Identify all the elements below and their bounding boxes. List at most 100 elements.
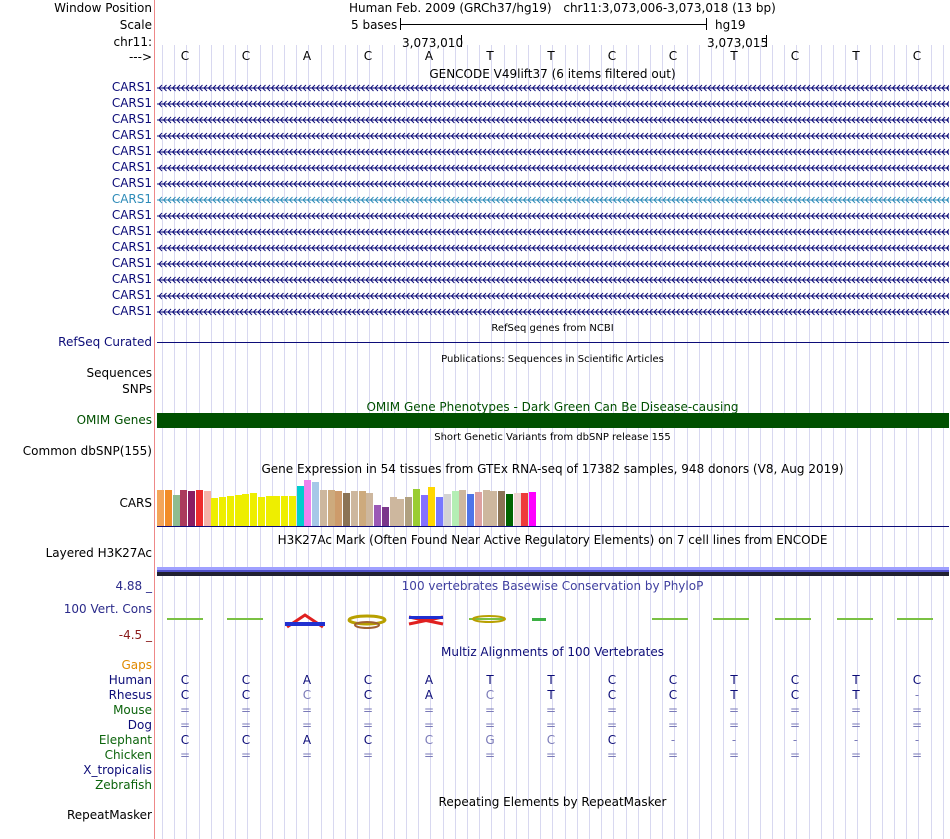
gtex-tissue-bar[interactable] [196, 490, 203, 526]
gtex-tissue-bar[interactable] [452, 491, 459, 526]
gtex-tissue-bar[interactable] [382, 507, 389, 526]
multiz-species-label[interactable]: Mouse [0, 703, 152, 717]
gencode-transcript-label[interactable]: CARS1 [0, 288, 152, 302]
gencode-transcript-feature[interactable] [157, 113, 949, 125]
gencode-transcript-feature[interactable] [157, 177, 949, 189]
gtex-tissue-bar[interactable] [483, 490, 490, 526]
phylop-label[interactable]: 100 Vert. Cons [0, 602, 152, 616]
gencode-transcript-feature[interactable] [157, 209, 949, 221]
gtex-tissue-bar[interactable] [421, 495, 428, 526]
gtex-tissue-bar[interactable] [335, 491, 342, 526]
gtex-tissue-bar[interactable] [475, 492, 482, 526]
gencode-transcript-label[interactable]: CARS1 [0, 272, 152, 286]
publications-snps-label[interactable]: SNPs [0, 382, 152, 396]
gtex-tissue-bar[interactable] [397, 499, 404, 526]
gencode-transcript-feature[interactable] [157, 81, 949, 93]
gtex-tissue-bar[interactable] [266, 496, 273, 526]
gtex-tissue-bar[interactable] [312, 482, 319, 526]
gtex-tissue-bar[interactable] [219, 497, 226, 526]
gencode-transcript-feature[interactable] [157, 305, 949, 317]
gtex-tissue-bar[interactable] [459, 490, 466, 526]
gtex-tissue-bar[interactable] [374, 505, 381, 526]
omim-track-title[interactable]: OMIM Gene Phenotypes - Dark Green Can Be… [155, 400, 950, 414]
gtex-bar-chart[interactable] [157, 476, 557, 526]
gencode-transcript-feature[interactable] [157, 225, 949, 237]
gtex-track-title[interactable]: Gene Expression in 54 tissues from GTEx … [155, 462, 950, 476]
gencode-transcript-label[interactable]: CARS1 [0, 208, 152, 222]
repeatmasker-track-title[interactable]: Repeating Elements by RepeatMasker [155, 795, 950, 809]
publications-sequences-label[interactable]: Sequences [0, 366, 152, 380]
gtex-tissue-bar[interactable] [428, 487, 435, 526]
gtex-tissue-bar[interactable] [273, 496, 280, 526]
publications-track-title[interactable]: Publications: Sequences in Scientific Ar… [155, 353, 950, 367]
gtex-tissue-bar[interactable] [304, 480, 311, 526]
gtex-tissue-bar[interactable] [242, 494, 249, 526]
multiz-species-label[interactable]: Human [0, 673, 152, 687]
gtex-tissue-bar[interactable] [165, 490, 172, 526]
gtex-tissue-bar[interactable] [250, 493, 257, 526]
gtex-tissue-bar[interactable] [258, 497, 265, 526]
gtex-tissue-bar[interactable] [405, 497, 412, 526]
h3k27ac-signal[interactable] [157, 567, 949, 576]
multiz-track-title[interactable]: Multiz Alignments of 100 Vertebrates [155, 645, 950, 659]
gencode-transcript-label[interactable]: CARS1 [0, 112, 152, 126]
gtex-tissue-bar[interactable] [188, 491, 195, 526]
refseq-label[interactable]: RefSeq Curated [0, 335, 152, 349]
phylop-track-title[interactable]: 100 vertebrates Basewise Conservation by… [155, 579, 950, 593]
gencode-transcript-feature[interactable] [157, 97, 949, 109]
multiz-species-label[interactable]: Elephant [0, 733, 152, 747]
gtex-tissue-bar[interactable] [173, 495, 180, 526]
gtex-tissue-bar[interactable] [514, 493, 521, 526]
gtex-tissue-bar[interactable] [366, 493, 373, 526]
omim-label[interactable]: OMIM Genes [0, 413, 152, 427]
gencode-transcript-feature[interactable] [157, 289, 949, 301]
multiz-species-label[interactable]: Zebrafish [0, 778, 152, 792]
gencode-transcript-label[interactable]: CARS1 [0, 192, 152, 206]
phylop-logo[interactable] [157, 606, 949, 632]
gencode-transcript-label[interactable]: CARS1 [0, 240, 152, 254]
gtex-tissue-bar[interactable] [506, 494, 513, 526]
h3k27ac-track-title[interactable]: H3K27Ac Mark (Often Found Near Active Re… [155, 533, 950, 547]
gtex-tissue-bar[interactable] [320, 490, 327, 526]
gencode-transcript-feature[interactable] [157, 161, 949, 173]
gtex-tissue-bar[interactable] [227, 496, 234, 526]
gtex-tissue-bar[interactable] [211, 498, 218, 526]
gtex-tissue-bar[interactable] [436, 497, 443, 526]
gencode-transcript-feature[interactable] [157, 273, 949, 285]
gencode-transcript-label[interactable]: CARS1 [0, 128, 152, 142]
gtex-tissue-bar[interactable] [157, 490, 164, 526]
dbsnp-track-title[interactable]: Short Genetic Variants from dbSNP releas… [155, 431, 950, 445]
gtex-label[interactable]: CARS [0, 496, 152, 510]
dbsnp-label[interactable]: Common dbSNP(155) [0, 444, 152, 458]
position-coords[interactable]: chr11:3,073,006-3,073,018 (13 bp) [563, 1, 775, 15]
gencode-transcript-label[interactable]: CARS1 [0, 304, 152, 318]
gtex-tissue-bar[interactable] [204, 491, 211, 526]
gencode-transcript-label[interactable]: CARS1 [0, 80, 152, 94]
gtex-tissue-bar[interactable] [390, 497, 397, 526]
gencode-transcript-label[interactable]: CARS1 [0, 144, 152, 158]
gencode-transcript-feature[interactable] [157, 257, 949, 269]
gtex-tissue-bar[interactable] [521, 493, 528, 526]
multiz-species-label[interactable]: Dog [0, 718, 152, 732]
gtex-tissue-bar[interactable] [444, 494, 451, 526]
gtex-tissue-bar[interactable] [529, 492, 536, 526]
multiz-species-label[interactable]: Rhesus [0, 688, 152, 702]
gencode-transcript-label[interactable]: CARS1 [0, 256, 152, 270]
gencode-transcript-feature[interactable] [157, 145, 949, 157]
gencode-track-title[interactable]: GENCODE V49lift37 (6 items filtered out) [155, 67, 950, 81]
gencode-transcript-feature[interactable] [157, 193, 949, 205]
gtex-tissue-bar[interactable] [289, 496, 296, 526]
gtex-tissue-bar[interactable] [490, 491, 497, 526]
gencode-transcript-label[interactable]: CARS1 [0, 176, 152, 190]
gtex-tissue-bar[interactable] [180, 490, 187, 526]
repeatmasker-label[interactable]: RepeatMasker [0, 808, 152, 822]
gtex-tissue-bar[interactable] [328, 490, 335, 526]
gencode-transcript-feature[interactable] [157, 129, 949, 141]
gtex-tissue-bar[interactable] [297, 486, 304, 526]
multiz-gaps-label[interactable]: Gaps [0, 658, 152, 672]
gencode-transcript-label[interactable]: CARS1 [0, 160, 152, 174]
gencode-transcript-label[interactable]: CARS1 [0, 96, 152, 110]
gencode-transcript-feature[interactable] [157, 241, 949, 253]
h3k27ac-label[interactable]: Layered H3K27Ac [0, 546, 152, 560]
multiz-species-label[interactable]: X_tropicalis [0, 763, 152, 777]
